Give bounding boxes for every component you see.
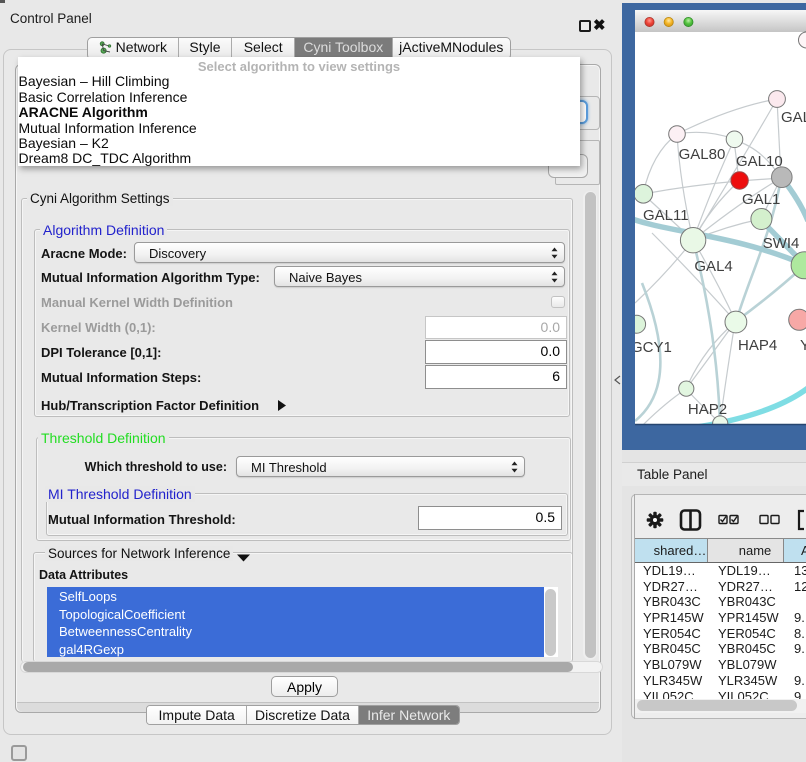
svg-text:GAL11: GAL11: [643, 207, 689, 224]
svg-text:HAP2: HAP2: [688, 401, 727, 418]
svg-text:YJ: YJ: [800, 337, 806, 354]
svg-text:GCY1: GCY1: [631, 339, 672, 356]
svg-text:GAL1: GAL1: [742, 191, 780, 208]
svg-text:HAP4: HAP4: [738, 337, 777, 354]
svg-text:GAL4: GAL4: [694, 258, 732, 275]
svg-text:GAL10: GAL10: [736, 153, 783, 170]
svg-text:SWI4: SWI4: [763, 235, 800, 252]
svg-text:GAL80: GAL80: [679, 146, 726, 163]
svg-text:GAL7: GAL7: [781, 109, 806, 126]
